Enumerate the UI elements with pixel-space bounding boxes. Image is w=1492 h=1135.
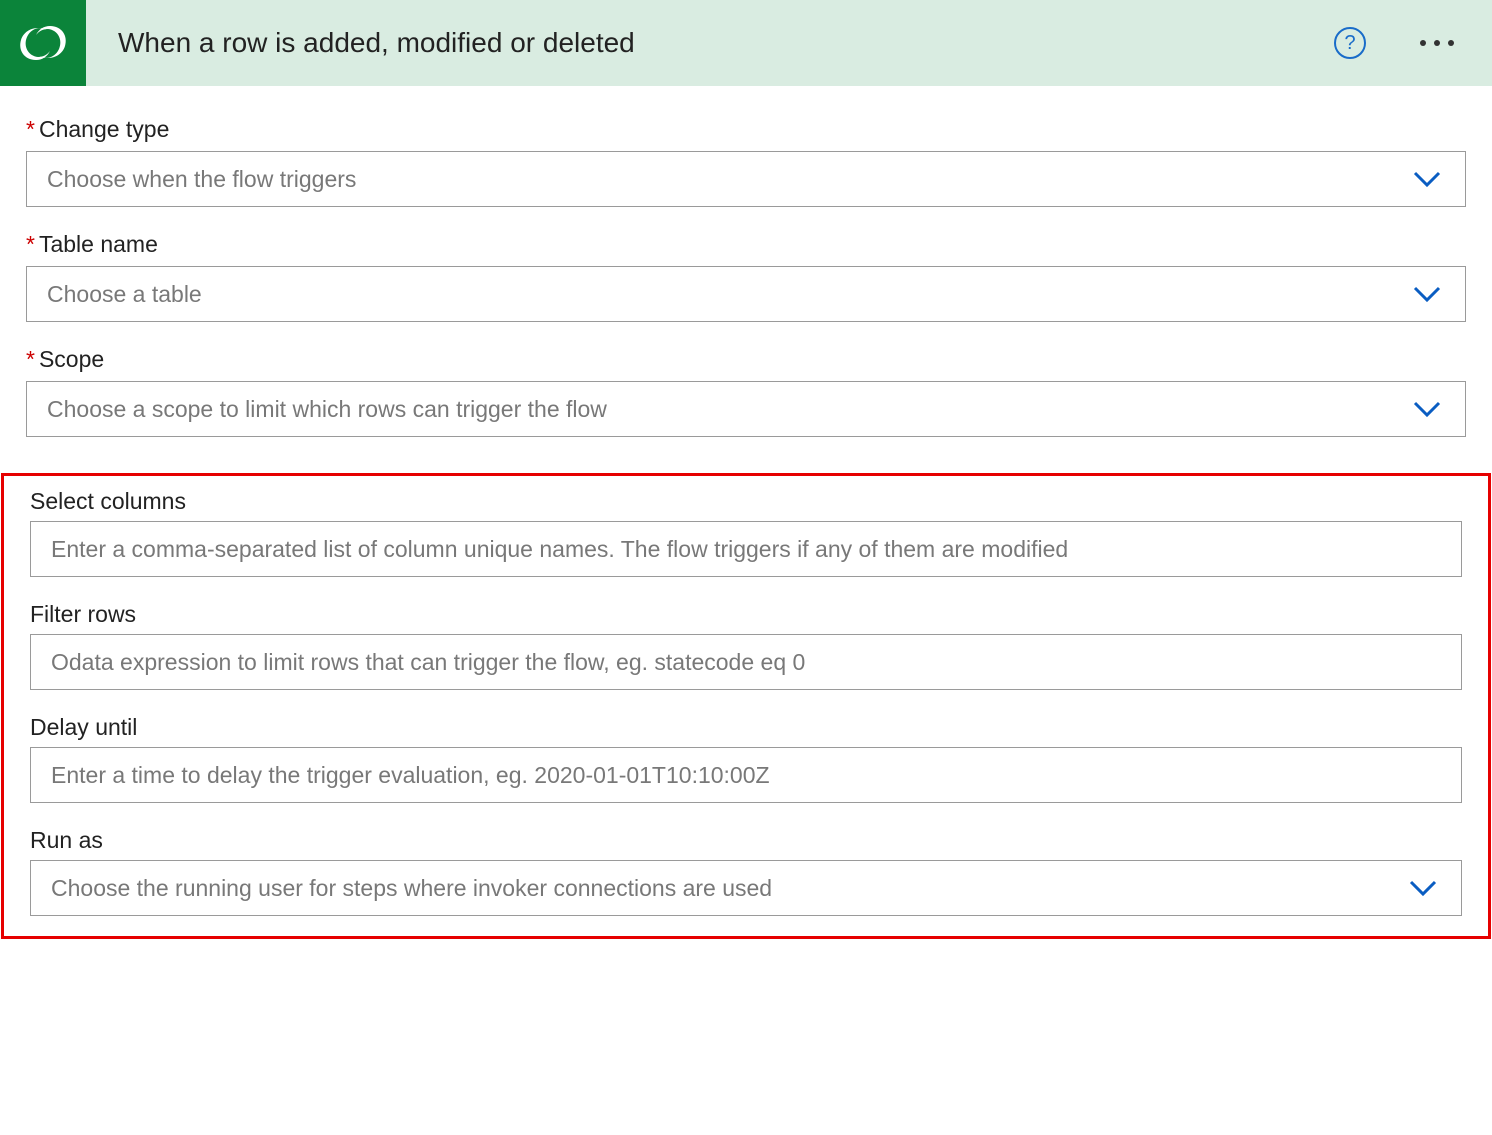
- table-name-placeholder: Choose a table: [47, 281, 1445, 308]
- delay-until-input[interactable]: [30, 747, 1462, 803]
- dataverse-logo: [0, 0, 86, 86]
- select-columns-input[interactable]: [30, 521, 1462, 577]
- more-menu-icon[interactable]: [1410, 30, 1464, 56]
- label-text: Select columns: [30, 488, 186, 515]
- filter-rows-label: Filter rows: [30, 601, 1462, 628]
- filter-rows-field: Filter rows: [30, 601, 1462, 690]
- run-as-placeholder: Choose the running user for steps where …: [51, 875, 1441, 902]
- scope-field: * Scope Choose a scope to limit which ro…: [26, 346, 1466, 437]
- change-type-dropdown[interactable]: Choose when the flow triggers: [26, 151, 1466, 207]
- label-text: Table name: [39, 231, 158, 258]
- dataverse-swirl-icon: [16, 16, 70, 70]
- table-name-label: * Table name: [26, 231, 1466, 258]
- trigger-title: When a row is added, modified or deleted: [86, 27, 1334, 59]
- run-as-label: Run as: [30, 827, 1462, 854]
- label-text: Delay until: [30, 714, 137, 741]
- help-icon-label: ?: [1344, 32, 1355, 55]
- required-indicator: *: [26, 231, 35, 258]
- delay-until-label: Delay until: [30, 714, 1462, 741]
- label-text: Run as: [30, 827, 103, 854]
- change-type-field: * Change type Choose when the flow trigg…: [26, 116, 1466, 207]
- select-columns-field: Select columns: [30, 488, 1462, 577]
- required-indicator: *: [26, 346, 35, 373]
- table-name-dropdown[interactable]: Choose a table: [26, 266, 1466, 322]
- chevron-down-icon: [1413, 285, 1441, 303]
- delay-until-field: Delay until: [30, 714, 1462, 803]
- chevron-down-icon: [1409, 879, 1437, 897]
- run-as-field: Run as Choose the running user for steps…: [30, 827, 1462, 916]
- scope-label: * Scope: [26, 346, 1466, 373]
- form-area: * Change type Choose when the flow trigg…: [0, 86, 1492, 473]
- label-text: Filter rows: [30, 601, 136, 628]
- scope-placeholder: Choose a scope to limit which rows can t…: [47, 396, 1445, 423]
- chevron-down-icon: [1413, 170, 1441, 188]
- label-text: Change type: [39, 116, 169, 143]
- change-type-label: * Change type: [26, 116, 1466, 143]
- change-type-placeholder: Choose when the flow triggers: [47, 166, 1445, 193]
- label-text: Scope: [39, 346, 104, 373]
- run-as-dropdown[interactable]: Choose the running user for steps where …: [30, 860, 1462, 916]
- chevron-down-icon: [1413, 400, 1441, 418]
- scope-dropdown[interactable]: Choose a scope to limit which rows can t…: [26, 381, 1466, 437]
- select-columns-label: Select columns: [30, 488, 1462, 515]
- advanced-options-box: Select columns Filter rows Delay until R…: [1, 473, 1491, 939]
- required-indicator: *: [26, 116, 35, 143]
- filter-rows-input[interactable]: [30, 634, 1462, 690]
- table-name-field: * Table name Choose a table: [26, 231, 1466, 322]
- trigger-header: When a row is added, modified or deleted…: [0, 0, 1492, 86]
- help-icon[interactable]: ?: [1334, 27, 1366, 59]
